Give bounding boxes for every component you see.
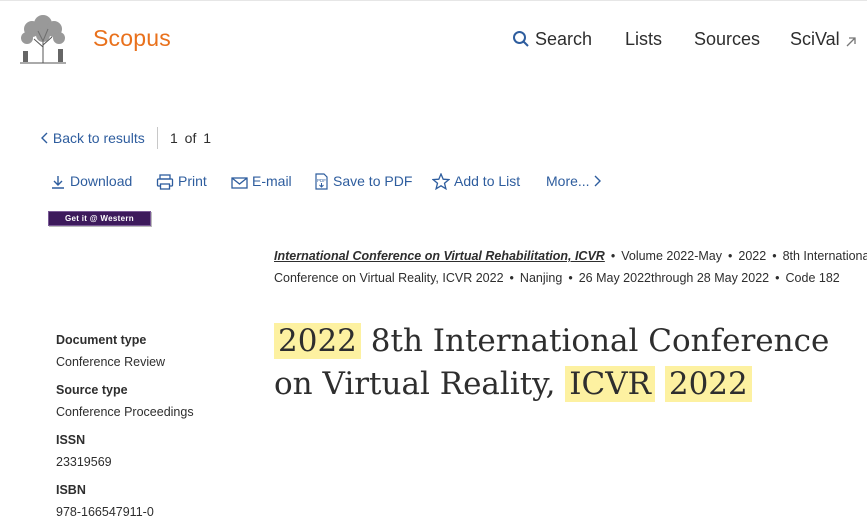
conference-name-end: Conference on Virtual Reality, ICVR 2022	[274, 271, 504, 285]
doc-type-value: Conference Review	[56, 355, 166, 369]
volume: Volume 2022-May	[621, 249, 722, 263]
print-label: Print	[178, 173, 207, 189]
save-to-pdf-button[interactable]: PDF Save to PDF	[314, 173, 412, 190]
search-icon	[512, 30, 530, 53]
chevron-left-icon	[41, 130, 53, 146]
nav-lists[interactable]: Lists	[625, 29, 662, 50]
doc-type-label: Document type	[56, 333, 147, 347]
nav-search-label: Search	[535, 29, 593, 49]
issn-label: ISSN	[56, 433, 86, 447]
add-list-label: Add to List	[454, 173, 521, 189]
issn-value: 23319569	[56, 455, 112, 469]
title-highlight-year: 2022	[274, 323, 361, 359]
external-link-icon	[845, 32, 857, 53]
top-border	[0, 0, 867, 5]
elsevier-logo-icon[interactable]	[14, 13, 72, 65]
email-label: E-mail	[252, 173, 292, 189]
more-label: More...	[546, 173, 590, 189]
download-button[interactable]: Download	[50, 173, 132, 190]
nav-scival[interactable]: SciVal	[790, 29, 857, 53]
nav-scival-label: SciVal	[790, 29, 840, 49]
save-pdf-label: Save to PDF	[333, 173, 413, 189]
divider	[157, 127, 158, 149]
source-line-1: International Conference on Virtual Reha…	[274, 249, 867, 263]
nav-sources[interactable]: Sources	[694, 29, 760, 50]
get-it-western-button[interactable]: Get it @ Western	[48, 211, 151, 226]
email-button[interactable]: E-mail	[231, 173, 292, 190]
isbn-label: ISBN	[56, 483, 86, 497]
chevron-right-icon	[594, 175, 602, 187]
email-icon	[231, 177, 248, 189]
star-icon	[431, 172, 451, 191]
conference-name-start: 8th International	[782, 249, 867, 263]
title-highlight-acronym: ICVR	[565, 366, 655, 402]
conference-dates: 26 May 2022through 28 May 2022	[578, 271, 770, 285]
document-title: 2022 8th International Conference on Vir…	[274, 320, 864, 406]
nav-search[interactable]: Search	[512, 29, 592, 53]
more-button[interactable]: More...	[546, 173, 605, 189]
scopus-brand[interactable]: Scopus	[93, 25, 171, 52]
isbn-value: 978-166547911-0	[56, 505, 154, 519]
svg-text:PDF: PDF	[317, 178, 326, 183]
year: 2022	[738, 249, 767, 263]
journal-title-link[interactable]: International Conference on Virtual Reha…	[274, 249, 605, 263]
download-label: Download	[70, 173, 133, 189]
source-line-2: Conference on Virtual Reality, ICVR 2022…	[274, 271, 840, 285]
download-icon	[52, 176, 64, 189]
conference-code: Code 182	[785, 271, 840, 285]
print-button[interactable]: Print	[156, 173, 207, 190]
print-icon	[156, 174, 174, 190]
add-to-list-button[interactable]: Add to List	[431, 172, 521, 191]
location: Nanjing	[519, 271, 563, 285]
source-type-label: Source type	[56, 383, 128, 397]
result-pager: 1 of 1	[170, 130, 212, 146]
pdf-icon: PDF	[315, 173, 328, 190]
title-highlight-year-2: 2022	[664, 366, 752, 402]
back-label: Back to results	[52, 130, 145, 146]
back-to-results-link[interactable]: Back to results	[41, 130, 145, 146]
source-type-value: Conference Proceedings	[56, 405, 194, 419]
